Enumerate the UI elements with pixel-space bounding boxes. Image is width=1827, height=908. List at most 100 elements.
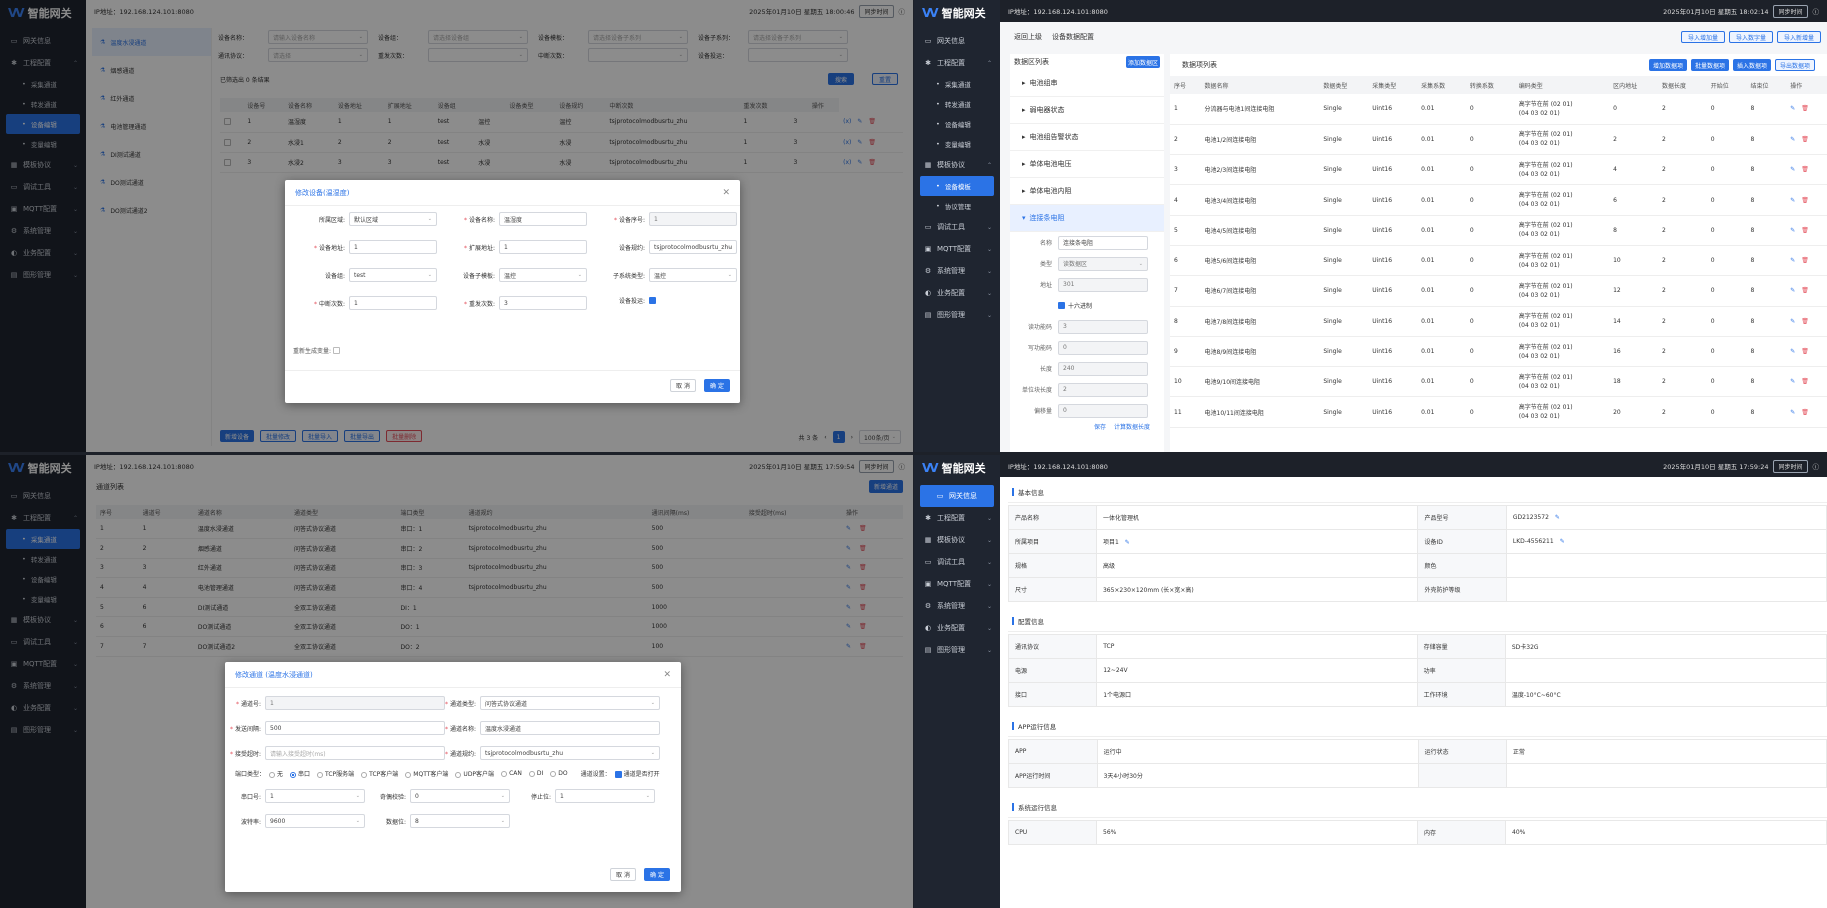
form-input[interactable]: 9600 ⌄ [265, 814, 365, 828]
form-input[interactable]: 8 ⌄ [410, 814, 510, 828]
sidebar-item[interactable]: ▭ 网关信息 [920, 485, 994, 507]
sidebar-item[interactable]: ✱ 工程配置 ⌄ [914, 507, 1000, 529]
pencil-icon[interactable]: ✎ [1790, 166, 1795, 173]
data-item-button[interactable]: 增加数据项 [1648, 59, 1687, 71]
save-button[interactable]: 保存 [1094, 422, 1106, 431]
data-area-item[interactable]: ▸ 单体电池内阻 [1010, 178, 1164, 205]
form-input[interactable]: 1 ⌄ [265, 789, 365, 803]
sidebar-item[interactable]: ⚙ 系统管理 ⌄ [914, 595, 1000, 617]
confirm-button[interactable]: 确 定 [644, 868, 670, 881]
port-radio[interactable]: DI [528, 770, 543, 777]
port-radio[interactable]: UDP客户端 [455, 769, 494, 778]
sidebar-item[interactable]: ▭ 调试工具 ⌄ [914, 551, 1000, 573]
sidebar-item[interactable]: ▦ 模板协议 ⌃ [914, 154, 1000, 176]
calc-length-button[interactable]: 计算数据长度 [1114, 422, 1150, 431]
sidebar-item[interactable]: ▤ 图形管理 ⌄ [914, 639, 1000, 661]
trash-icon[interactable]: 🗑 [1801, 227, 1809, 234]
sidebar-item[interactable]: ▭ 网关信息 [914, 30, 1000, 52]
form-input[interactable]: 1 [499, 240, 587, 254]
pencil-icon[interactable]: ✎ [1790, 257, 1795, 264]
trash-icon[interactable]: 🗑 [1801, 257, 1809, 264]
channel-open-checkbox[interactable]: 通道是否打开 [614, 769, 660, 778]
port-radio[interactable]: 串口 [290, 769, 310, 778]
form-input[interactable]: 温湿度 [499, 212, 587, 226]
sidebar-item[interactable]: ✱ 工程配置 ⌃ [914, 52, 1000, 74]
pencil-icon[interactable]: ✎ [1790, 136, 1795, 143]
trash-icon[interactable]: 🗑 [1801, 287, 1809, 294]
device-enabled-checkbox[interactable] [649, 297, 656, 304]
pencil-icon[interactable]: ✎ [1790, 348, 1795, 355]
sidebar-item[interactable]: ◐ 业务配置 ⌄ [914, 617, 1000, 639]
trash-icon[interactable]: 🗑 [1801, 348, 1809, 355]
close-icon[interactable]: ✕ [663, 670, 671, 680]
form-input[interactable]: 温度水浸通道 [480, 721, 660, 735]
pencil-icon[interactable]: ✎ [1790, 227, 1795, 234]
info-icon[interactable]: ⓘ [1813, 461, 1820, 471]
pencil-icon[interactable]: ✎ [1125, 539, 1130, 546]
port-radio[interactable]: TCP客户端 [361, 769, 398, 778]
area-form-input[interactable]: 301 [1058, 277, 1148, 292]
data-area-item[interactable]: ▾ 连接条电阻 [1010, 205, 1164, 232]
trash-icon[interactable]: 🗑 [1801, 378, 1809, 385]
import-button[interactable]: 导入数字量 [1728, 31, 1773, 43]
form-input[interactable]: 1 [649, 212, 737, 226]
form-input[interactable]: 1 [349, 296, 437, 310]
sidebar-item[interactable]: • 设备模板 [920, 176, 994, 196]
pencil-icon[interactable]: ✎ [1790, 197, 1795, 204]
regen-checkbox[interactable] [332, 347, 340, 354]
import-button[interactable]: 导入新增量 [1776, 31, 1821, 43]
form-input[interactable]: 温控 ⌄ [649, 268, 737, 282]
data-area-item[interactable]: ▸ 单体电池电压 [1010, 151, 1164, 178]
data-area-item[interactable]: ▸ 电池组告警状态 [1010, 124, 1164, 151]
sidebar-item[interactable]: • 采集通道 [914, 74, 1000, 94]
area-form-input[interactable]: 连接条电阻 [1058, 235, 1148, 250]
form-input[interactable]: test ⌄ [349, 268, 437, 282]
form-input[interactable]: 问答式协议通道 ⌄ [480, 696, 660, 710]
data-item-button[interactable]: 插入数据项 [1732, 59, 1771, 71]
pencil-icon[interactable]: ✎ [1790, 409, 1795, 416]
sidebar-item[interactable]: • 协议管理 [914, 196, 1000, 216]
form-input[interactable]: tsjprotocolmodbusrtu_zhu ⌄ [649, 240, 737, 254]
sync-time-button[interactable]: 同步时间 [1773, 4, 1808, 18]
form-input[interactable]: tsjprotocolmodbusrtu_zhu ⌄ [480, 746, 660, 760]
data-item-button[interactable]: 批量数据项 [1690, 59, 1729, 71]
port-radio[interactable]: MQTT客户端 [405, 769, 448, 778]
form-input[interactable]: 500 [265, 721, 445, 735]
port-radio[interactable]: CAN [501, 770, 522, 777]
sidebar-item[interactable]: ▣ MQTT配置 ⌄ [914, 238, 1000, 260]
confirm-button[interactable]: 确 定 [704, 379, 730, 392]
form-input[interactable]: 1 [265, 696, 445, 710]
import-button[interactable]: 导入增加量 [1680, 31, 1725, 43]
back-link[interactable]: 返回上级 [1014, 32, 1042, 42]
area-form-input[interactable]: 3 [1058, 319, 1148, 334]
pencil-icon[interactable]: ✎ [1790, 318, 1795, 325]
trash-icon[interactable]: 🗑 [1801, 318, 1809, 325]
sidebar-item[interactable]: • 变量编辑 [914, 134, 1000, 154]
sync-time-button[interactable]: 同步时间 [1773, 459, 1808, 473]
add-data-area-button[interactable]: 添加数据区 [1126, 56, 1160, 68]
data-area-item[interactable]: ▸ 电池组串 [1010, 70, 1164, 97]
close-icon[interactable]: ✕ [722, 188, 730, 198]
trash-icon[interactable]: 🗑 [1801, 166, 1809, 173]
hex-checkbox[interactable] [1058, 302, 1065, 309]
form-input[interactable]: 1 [349, 240, 437, 254]
sidebar-item[interactable]: ▤ 图形管理 ⌄ [914, 304, 1000, 326]
sidebar-item[interactable]: ▭ 调试工具 ⌄ [914, 216, 1000, 238]
pencil-icon[interactable]: ✎ [1790, 105, 1795, 112]
data-area-item[interactable]: ▸ 弱电器状态 [1010, 97, 1164, 124]
info-icon[interactable]: ⓘ [1813, 6, 1820, 16]
trash-icon[interactable]: 🗑 [1801, 105, 1809, 112]
area-form-input[interactable]: 0 [1058, 340, 1148, 355]
sidebar-item[interactable]: • 设备编辑 [914, 114, 1000, 134]
pencil-icon[interactable]: ✎ [1555, 514, 1560, 521]
sidebar-item[interactable]: ▣ MQTT配置 ⌄ [914, 573, 1000, 595]
pencil-icon[interactable]: ✎ [1560, 538, 1565, 545]
sidebar-item[interactable]: ◐ 业务配置 ⌄ [914, 282, 1000, 304]
form-input[interactable]: 3 [499, 296, 587, 310]
form-input[interactable]: 0 ⌄ [410, 789, 510, 803]
sidebar-item[interactable]: ⚙ 系统管理 ⌄ [914, 260, 1000, 282]
area-form-input[interactable]: 读数据区 ⌄ [1058, 256, 1148, 271]
port-radio[interactable]: DO [550, 770, 568, 777]
form-input[interactable]: 请输入接受超时(ms) [265, 746, 445, 760]
form-input[interactable]: 默认区域 ⌄ [349, 212, 437, 226]
